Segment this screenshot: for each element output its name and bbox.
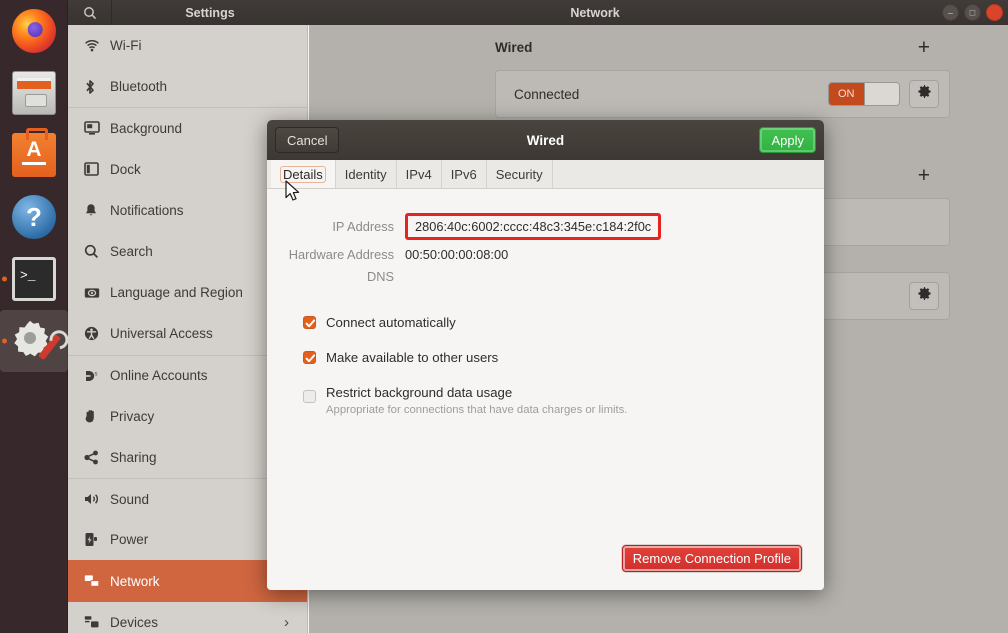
settings-window: Settings Network – □ Wi-Fi Bluetooth Bac… [68, 0, 1008, 633]
sidebar-item-label: Wi-Fi [110, 38, 142, 54]
search-button[interactable] [68, 0, 112, 25]
wired-toggle[interactable]: ON [828, 82, 900, 106]
sidebar-item-bluetooth[interactable]: Bluetooth [68, 66, 307, 107]
tab-ipv6[interactable]: IPv6 [442, 160, 487, 188]
bell-icon [84, 203, 110, 218]
checkbox-label: Make available to other users [326, 350, 499, 365]
settings-icon [12, 319, 61, 363]
second-settings-button[interactable] [909, 282, 939, 310]
cancel-button[interactable]: Cancel [275, 127, 340, 153]
gear-icon [917, 84, 932, 104]
wired-connection-dialog: Cancel Wired Apply Details Identity IPv4… [267, 120, 824, 590]
add-wired-button[interactable]: + [918, 37, 930, 58]
accessibility-icon [84, 326, 110, 341]
field-ip-address: IP Address 2806:40c:6002:cccc:48c3:345e:… [267, 213, 824, 240]
wifi-icon [84, 39, 110, 53]
online-accounts-icon: s [84, 369, 110, 383]
minimize-icon: – [947, 7, 954, 17]
language-icon [84, 287, 110, 299]
checkbox-label: Connect automatically [326, 315, 456, 330]
wired-connection-card[interactable]: Connected ON [495, 70, 950, 118]
tab-details[interactable]: Details [271, 160, 336, 188]
terminal-icon [12, 257, 56, 301]
launcher-item-software[interactable] [0, 124, 68, 186]
checkbox-make-available-to-other-users[interactable]: Make available to other users [303, 349, 824, 367]
chevron-right-icon: › [284, 613, 289, 631]
field-label: IP Address [332, 219, 394, 234]
firefox-icon [12, 9, 56, 53]
maximize-button[interactable]: □ [964, 4, 981, 21]
window-controls: – □ [942, 4, 1008, 21]
maximize-icon: □ [969, 7, 976, 17]
sidebar-item-label: Bluetooth [110, 79, 168, 95]
field-dns: DNS [267, 269, 824, 284]
svg-text:s: s [95, 371, 98, 377]
sidebar-item-wi-fi[interactable]: Wi-Fi [68, 25, 307, 66]
devices-icon [84, 615, 110, 629]
tab-label: Security [495, 166, 543, 182]
tab-label: Identity [344, 166, 387, 182]
tab-identity[interactable]: Identity [336, 160, 397, 188]
wired-section: Wired + Connected ON [309, 37, 1008, 118]
ubuntu-software-icon [12, 128, 56, 177]
sidebar-item-label: Devices [110, 614, 159, 630]
background-icon [84, 121, 110, 136]
wired-heading: Wired [495, 40, 533, 55]
launcher-item-firefox[interactable] [0, 0, 68, 62]
tab-security[interactable]: Security [487, 160, 553, 188]
dock-icon [84, 162, 110, 176]
dialog-body: IP Address 2806:40c:6002:cccc:48c3:345e:… [267, 189, 824, 590]
wired-status-label: Connected [514, 86, 580, 102]
power-icon [84, 532, 110, 547]
dialog-header: Cancel Wired Apply [267, 120, 824, 160]
files-icon [12, 71, 56, 115]
checkbox-box[interactable] [303, 390, 316, 403]
sidebar-item-devices[interactable]: Devices › [68, 602, 307, 633]
field-hardware-address: Hardware Address 00:50:00:00:08:00 [267, 247, 824, 262]
launcher-item-settings[interactable] [0, 310, 68, 372]
wired-section-header: Wired + [495, 37, 950, 58]
gear-icon [917, 286, 932, 306]
wired-settings-button[interactable] [909, 80, 939, 108]
hardware-address-value: 00:50:00:00:08:00 [405, 247, 509, 262]
launcher-item-terminal[interactable] [0, 248, 68, 310]
field-label: DNS [366, 269, 394, 284]
checkbox-box[interactable] [303, 351, 316, 364]
bluetooth-icon [84, 79, 110, 95]
remove-connection-profile-button[interactable]: Remove Connection Profile [621, 545, 802, 572]
add-second-button[interactable]: + [918, 165, 930, 186]
unity-launcher [0, 0, 68, 633]
field-label: Hardware Address [288, 247, 394, 262]
toggle-on-label: ON [829, 83, 864, 105]
search-icon [84, 244, 110, 259]
search-icon [83, 6, 97, 20]
tab-ipv4[interactable]: IPv4 [397, 160, 442, 188]
checkbox-label: Restrict background data usage [326, 385, 513, 400]
launcher-item-files[interactable] [0, 62, 68, 124]
ip-address-value[interactable]: 2806:40c:6002:cccc:48c3:345e:c184:2f0c [405, 213, 662, 240]
dialog-tabs: Details Identity IPv4 IPv6 Security [267, 160, 824, 189]
window-titlebar: Settings Network – □ [68, 0, 1008, 25]
network-page-title: Network [570, 5, 620, 20]
apply-button[interactable]: Apply [759, 127, 816, 153]
minimize-button[interactable]: – [942, 4, 959, 21]
close-button[interactable] [986, 4, 1003, 21]
toggle-knob [863, 83, 899, 105]
dialog-title: Wired [526, 132, 565, 148]
settings-window-title: Settings [185, 5, 235, 20]
sharing-icon [84, 450, 110, 465]
launcher-item-help[interactable] [0, 186, 68, 248]
privacy-hand-icon [84, 409, 110, 424]
checkbox-box[interactable] [303, 316, 316, 329]
checkbox-connect-automatically[interactable]: Connect automatically [303, 314, 824, 332]
tab-label: IPv6 [450, 166, 477, 182]
screen: Settings Network – □ Wi-Fi Bluetooth [0, 0, 1008, 633]
tab-label: Details [280, 165, 326, 183]
network-icon [84, 574, 110, 588]
tab-label: IPv4 [405, 166, 432, 182]
help-icon [12, 195, 56, 239]
sound-icon [84, 492, 110, 506]
checkbox-sublabel: Appropriate for connections that have da… [326, 404, 628, 416]
checkbox-restrict-background-data-usage[interactable]: Restrict background data usage Appropria… [303, 384, 824, 416]
